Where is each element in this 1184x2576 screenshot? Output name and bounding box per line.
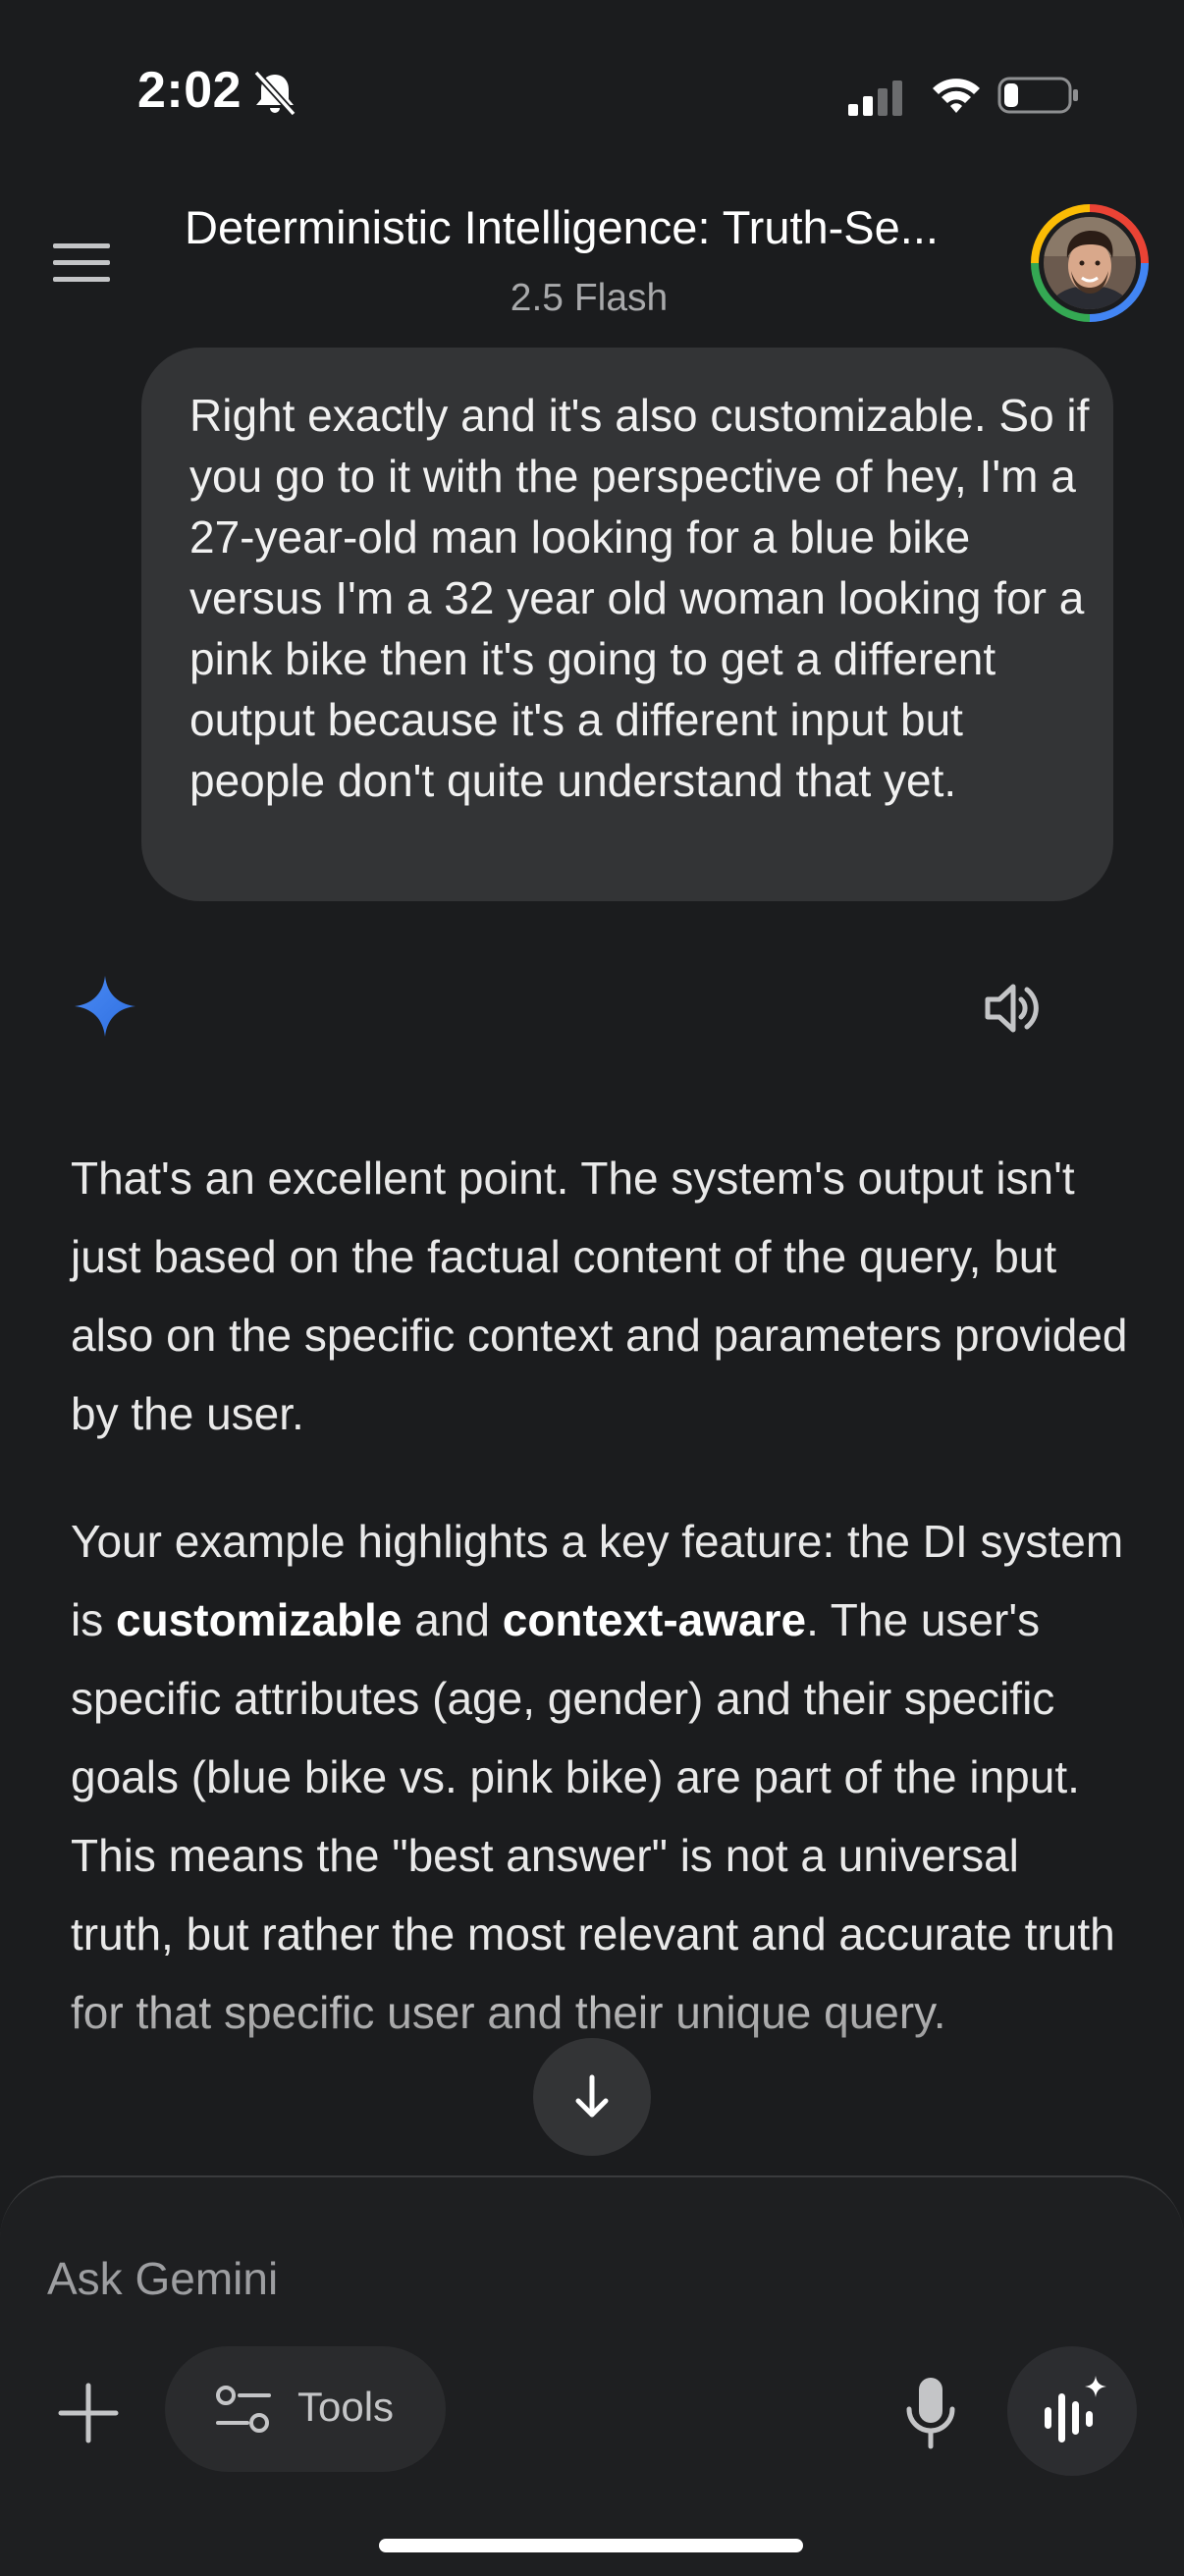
user-avatar[interactable]	[1044, 217, 1136, 309]
conversation-title[interactable]: Deterministic Intelligence: Truth-Se...	[185, 200, 999, 254]
home-indicator	[379, 2539, 803, 2552]
status-time: 2:02	[137, 62, 242, 119]
speaker-icon[interactable]	[980, 976, 1045, 1041]
battery-icon	[997, 77, 1078, 114]
arrow-down-icon	[575, 2074, 609, 2118]
cellular-signal-icon	[848, 80, 902, 116]
tools-sliders-icon	[216, 2386, 271, 2433]
bold-term-context-aware: context-aware	[502, 1594, 807, 1645]
plus-icon[interactable]	[57, 2382, 120, 2444]
gemini-sparkle-icon	[75, 976, 135, 1037]
microphone-icon[interactable]	[901, 2374, 960, 2452]
scroll-to-bottom-button[interactable]	[533, 2038, 651, 2156]
user-message-text: Right exactly and it's also customizable…	[189, 390, 1090, 806]
response-text: and	[402, 1594, 503, 1645]
wifi-icon	[933, 79, 980, 113]
tools-label: Tools	[297, 2384, 395, 2430]
gemini-live-icon	[1045, 2376, 1106, 2442]
bell-slash-icon	[253, 70, 296, 117]
prompt-input[interactable]: Ask Gemini	[47, 2252, 278, 2305]
model-selector[interactable]: 2.5 Flash	[0, 277, 1178, 320]
bold-term-customizable: customizable	[116, 1594, 403, 1645]
response-paragraph-1: That's an excellent point. The system's …	[71, 1153, 1128, 1439]
